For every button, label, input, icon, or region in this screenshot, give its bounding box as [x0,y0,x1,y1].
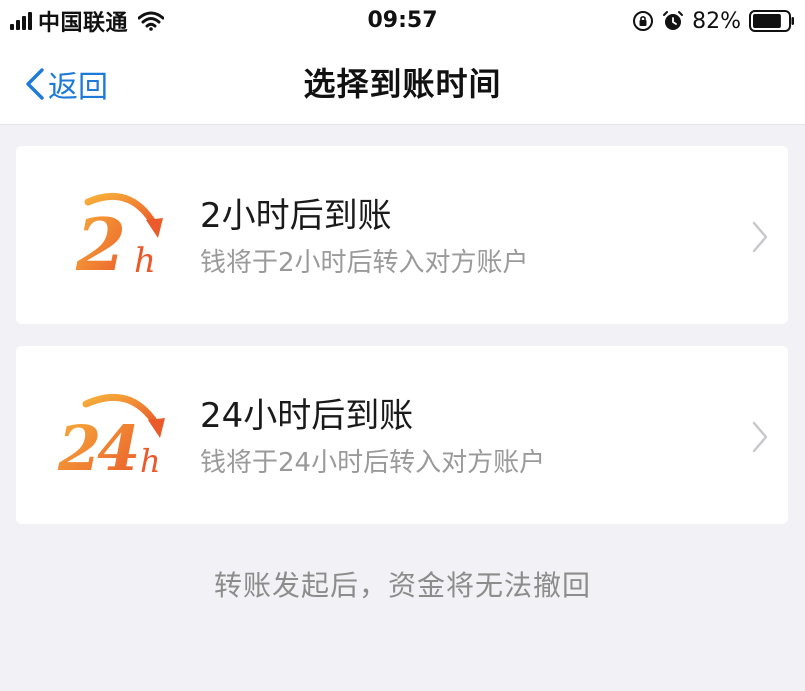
option-title: 2小时后到账 [200,196,392,236]
option-title: 24小时后到账 [200,396,414,436]
status-bar: 中国联通 09:57 82% [0,0,805,44]
twenty-four-hour-logo-icon: 24 h [57,393,165,484]
option-description: 钱将于2小时后转入对方账户 [200,248,529,278]
option-card-2-hours[interactable]: 2 h 2小时后到账 钱将于2小时后转入对方账户 [16,146,788,324]
option-description: 钱将于24小时后转入对方账户 [200,448,546,478]
irreversible-notice: 转账发起后，资金将无法撤回 [213,569,591,602]
page-title: 选择到账时间 [303,65,502,103]
option-card-24-hours[interactable]: 24 h 24小时后到账 钱将于24小时后转入对方账户 [16,346,788,524]
two-hour-logo-icon: 2 h [75,192,163,284]
logo-unit: h [134,241,156,281]
top-bar: 中国联通 09:57 82% 返回 选择到账时间 [0,0,805,125]
rotation-lock-icon [633,11,654,31]
chevron-right-icon [752,221,768,253]
navigation-bar: 返回 选择到账时间 [0,44,805,124]
chevron-right-icon [752,421,768,453]
logo-unit: h [140,442,161,480]
logo-number: 2 [75,202,126,284]
status-right: 82% [632,6,795,36]
alarm-clock-icon [663,11,684,30]
logo-number: 24 [57,412,137,484]
battery-percentage: 82% [692,8,741,34]
battery-icon [749,10,794,32]
